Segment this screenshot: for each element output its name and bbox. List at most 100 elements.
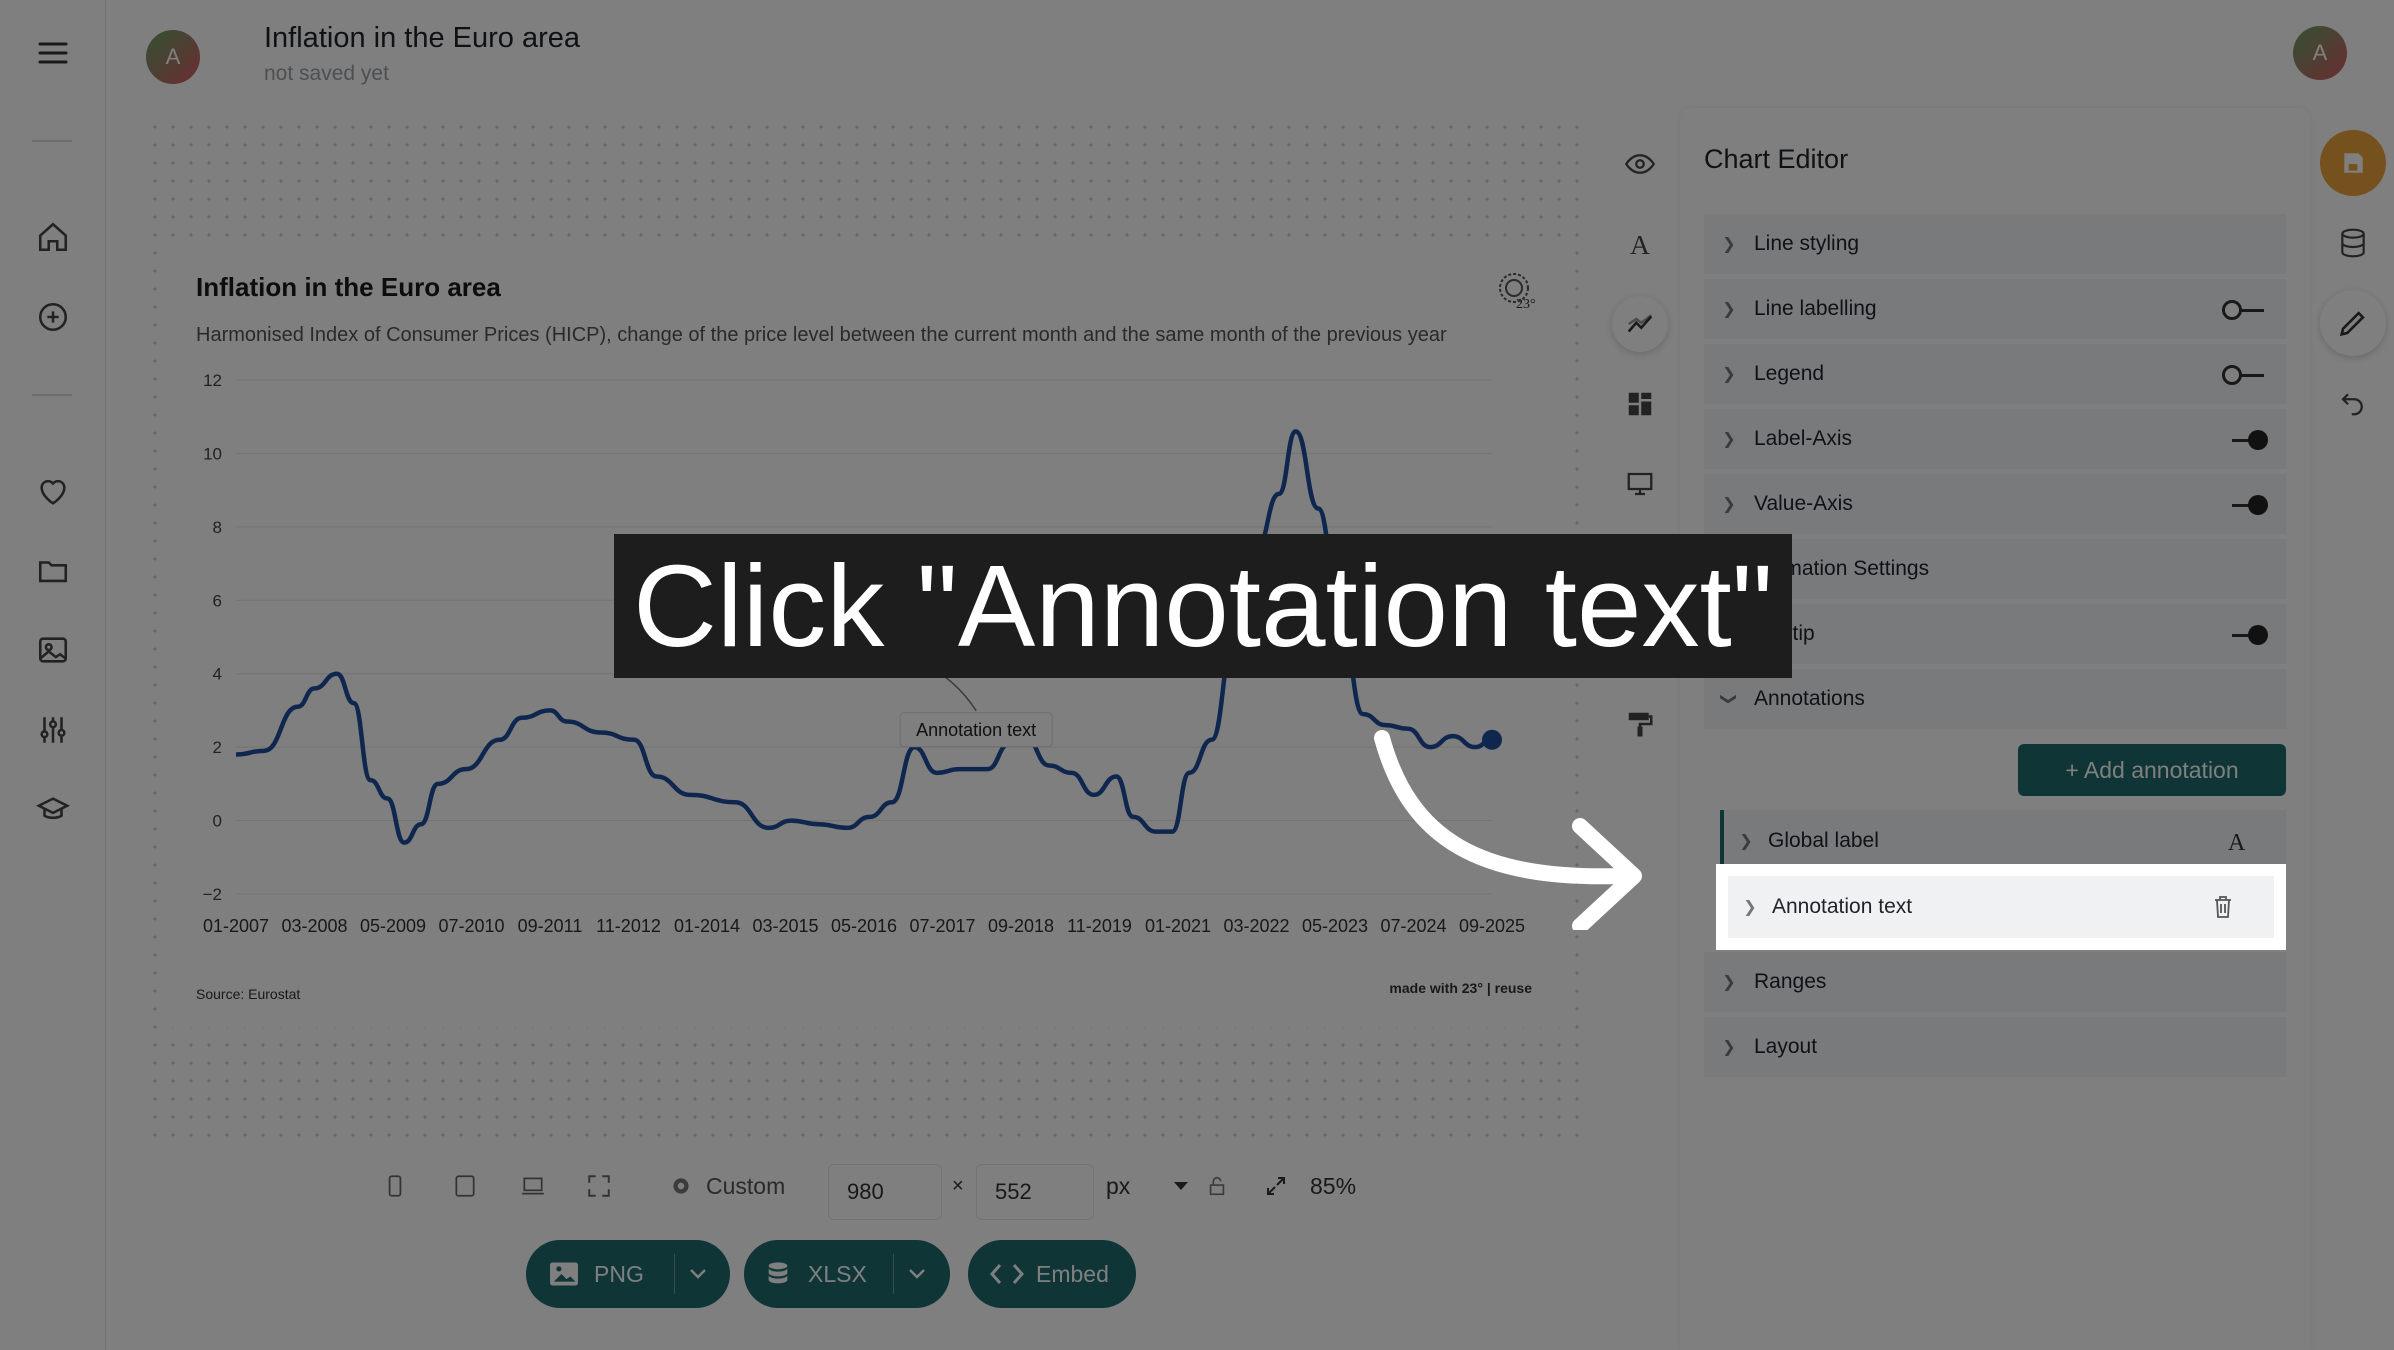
pointer-arrow: [1374, 730, 1642, 930]
height-input[interactable]: 552: [976, 1164, 1094, 1220]
section-value-axis[interactable]: ❯ Value-Axis: [1704, 474, 2286, 536]
lock-icon[interactable]: [1206, 1156, 1228, 1216]
chevron-down-icon[interactable]: [908, 1268, 926, 1280]
image-icon[interactable]: [33, 630, 73, 670]
avatar-letter: A: [165, 44, 181, 69]
x-tick-label: 11-2012: [596, 916, 661, 936]
sliders-icon[interactable]: [33, 710, 73, 750]
chevron-right-icon: ❯: [1722, 236, 1736, 253]
add-annotation-button[interactable]: + Add annotation: [2018, 744, 2286, 796]
chart-title[interactable]: Inflation in the Euro area: [196, 272, 501, 303]
preset-fullscreen-icon[interactable]: [586, 1156, 612, 1216]
unit-label: px: [1106, 1172, 1131, 1199]
y-tick-label: 12: [203, 371, 222, 390]
eye-icon[interactable]: [1612, 136, 1668, 192]
chevron-right-icon: ❯: [1722, 366, 1736, 383]
fit-to-screen-icon[interactable]: [1264, 1156, 1288, 1216]
save-icon[interactable]: [2320, 130, 2386, 196]
annotation-text-row-highlighted[interactable]: ❯ Annotation text: [1728, 876, 2274, 938]
save-status: not saved yet: [264, 62, 389, 85]
toggle-switch[interactable]: [2222, 624, 2268, 646]
preset-phone-icon[interactable]: [384, 1156, 406, 1216]
y-tick-label: 4: [213, 665, 222, 684]
embed-button[interactable]: Embed: [968, 1240, 1136, 1308]
x-tick-label: 09-2018: [988, 916, 1054, 936]
x-tick-label: 03-2008: [281, 916, 347, 936]
section-ranges[interactable]: ❯ Ranges: [1704, 952, 2286, 1014]
svg-text:A: A: [1630, 229, 1650, 259]
menu-icon[interactable]: [33, 33, 73, 73]
add-circle-icon[interactable]: [33, 297, 73, 337]
trash-icon[interactable]: [2212, 894, 2234, 920]
section-label-axis[interactable]: ❯ Label-Axis: [1704, 409, 2286, 471]
database-icon: [768, 1262, 788, 1284]
brand-logo-icon: 23°: [1496, 270, 1540, 314]
chevron-right-icon: ❯: [1722, 496, 1736, 513]
home-icon[interactable]: [33, 217, 73, 257]
width-input[interactable]: 980: [828, 1164, 942, 1220]
x-tick-label: 07-2017: [909, 916, 975, 936]
preset-laptop-icon[interactable]: [518, 1156, 548, 1216]
custom-preset-label: Custom: [706, 1172, 786, 1199]
gear-icon: [673, 1178, 689, 1194]
x-tick-label: 07-2010: [438, 916, 504, 936]
png-export-button[interactable]: PNG: [526, 1240, 730, 1308]
toggle-switch[interactable]: [2222, 364, 2268, 386]
section-label: Annotations: [1754, 687, 1865, 710]
chart-source: Source: Eurostat: [196, 986, 301, 1002]
xlsx-export-button[interactable]: XLSX: [744, 1240, 950, 1308]
x-tick-label: 09-2011: [518, 916, 583, 936]
unit-select[interactable]: px: [1106, 1156, 1190, 1216]
toggle-switch[interactable]: [2222, 299, 2268, 321]
section-label: Legend: [1754, 362, 1825, 385]
chevron-down-icon[interactable]: [689, 1268, 707, 1280]
device-icon[interactable]: [1612, 456, 1668, 512]
pencil-icon[interactable]: [2320, 290, 2386, 356]
y-tick-label: 8: [213, 518, 222, 537]
section-label: Value-Axis: [1754, 492, 1853, 515]
y-tick-label: −2: [203, 885, 222, 904]
custom-preset-button[interactable]: Custom: [668, 1156, 785, 1216]
rail-divider: [32, 140, 72, 142]
chart-credit[interactable]: made with 23° | reuse: [1389, 980, 1532, 996]
section-line-styling[interactable]: ❯ Line styling: [1704, 214, 2286, 276]
section-annotations[interactable]: ❯ Annotations: [1704, 669, 2286, 731]
svg-text:23°: 23°: [1516, 297, 1536, 312]
chevron-right-icon: ❯: [1722, 431, 1736, 448]
database-icon[interactable]: [2320, 210, 2386, 276]
undo-icon[interactable]: [2320, 370, 2386, 436]
xlsx-label: XLSX: [808, 1260, 867, 1287]
png-label: PNG: [594, 1260, 644, 1287]
toggle-switch[interactable]: [2222, 429, 2268, 451]
annotation-global-label[interactable]: ❯ Global label A: [1720, 810, 2286, 872]
code-icon: [990, 1264, 1024, 1284]
chevron-right-icon: ❯: [1722, 301, 1736, 318]
instruction-banner: Click "Annotation text": [614, 534, 1792, 678]
x-tick-label: 01-2021: [1145, 916, 1211, 936]
section-legend[interactable]: ❯ Legend: [1704, 344, 2286, 406]
user-avatar[interactable]: A: [2293, 26, 2347, 80]
zoom-level: 85%: [1310, 1172, 1357, 1199]
user-avatar[interactable]: A: [146, 30, 200, 84]
section-line-labelling[interactable]: ❯ Line labelling: [1704, 279, 2286, 341]
graduation-cap-icon[interactable]: [33, 790, 73, 830]
typography-icon: A: [2228, 830, 2246, 854]
typography-icon[interactable]: A: [1612, 216, 1668, 272]
folder-icon[interactable]: [33, 551, 73, 591]
line-chart-icon[interactable]: [1612, 296, 1668, 352]
chart-subtitle[interactable]: Harmonised Index of Consumer Prices (HIC…: [196, 324, 1447, 347]
chevron-right-icon: ❯: [1739, 833, 1753, 850]
document-title[interactable]: Inflation in the Euro area: [264, 22, 580, 55]
chevron-down-icon: [1174, 1182, 1189, 1190]
x-tick-label: 01-2007: [203, 916, 269, 936]
x-tick-label: 03-2022: [1223, 916, 1289, 936]
heart-icon[interactable]: [33, 472, 73, 512]
toggle-switch[interactable]: [2222, 494, 2268, 516]
layout-icon[interactable]: [1612, 376, 1668, 432]
section-label: Ranges: [1754, 970, 1827, 993]
chevron-right-icon: ❯: [1722, 974, 1736, 991]
section-layout[interactable]: ❯ Layout: [1704, 1017, 2286, 1079]
preset-tablet-icon[interactable]: [452, 1156, 478, 1216]
highlight-target[interactable]: ❯ Annotation text: [1716, 864, 2286, 950]
chevron-down-icon: ❯: [1720, 692, 1737, 706]
